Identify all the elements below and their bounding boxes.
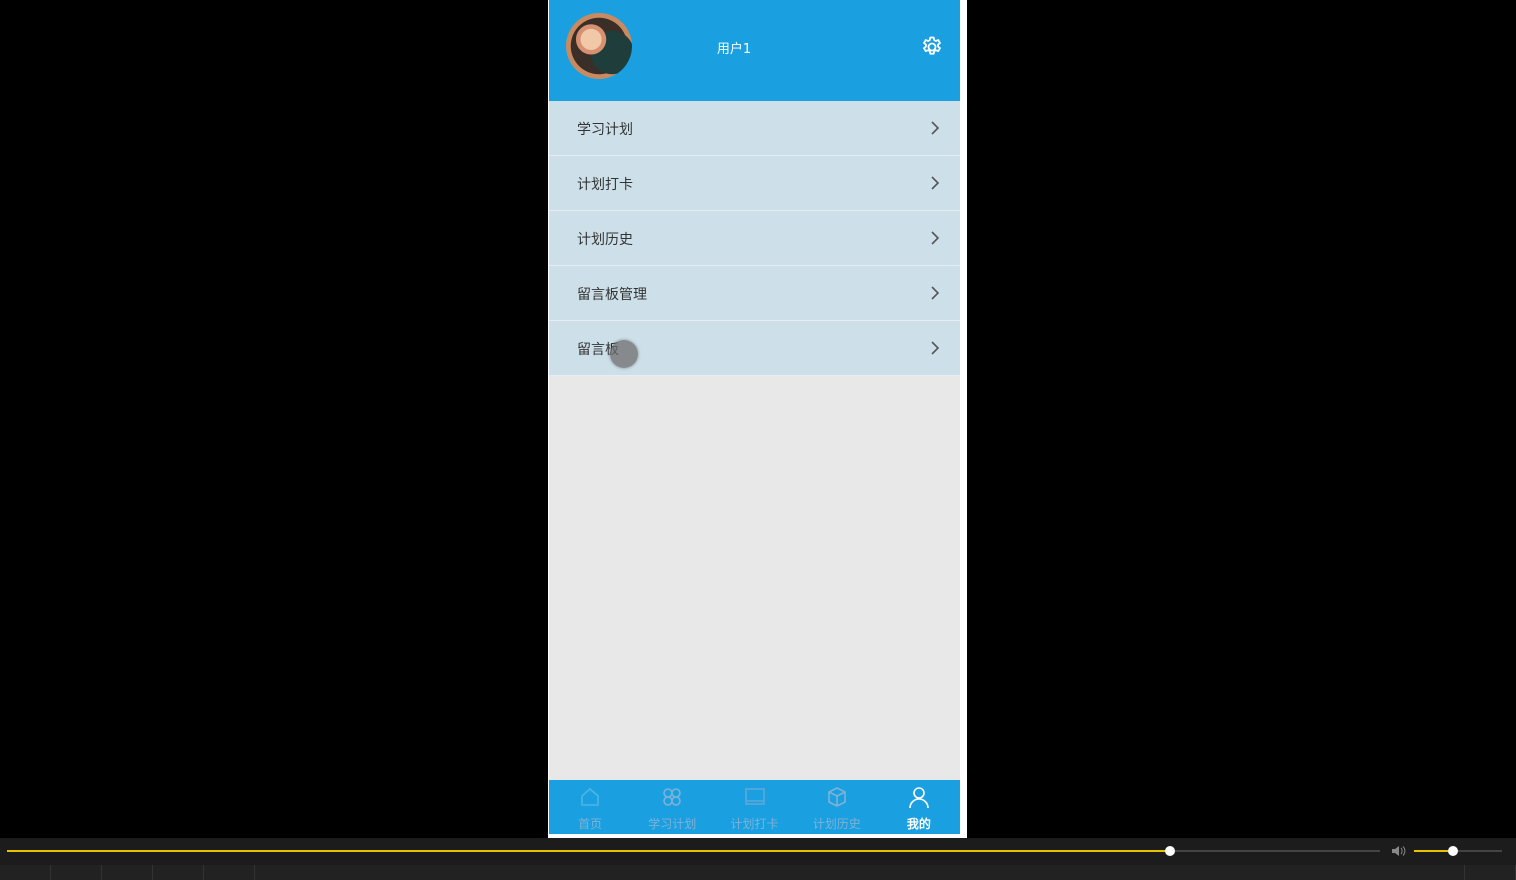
video-player-controls [0, 838, 1516, 880]
volume-level [1414, 850, 1453, 852]
menu-item-label: 学习计划 [577, 122, 633, 138]
home-icon [581, 787, 599, 806]
menu-item-study-plan[interactable]: 学习计划 [549, 101, 960, 156]
menu-item-board-admin[interactable]: 留言板管理 [549, 266, 960, 321]
player-button[interactable] [51, 865, 102, 880]
player-button[interactable] [153, 865, 204, 880]
tab-label: 首页 [578, 817, 603, 831]
tab-study-plan[interactable]: 学习计划 [631, 780, 713, 834]
profile-header: 用户1 [549, 0, 960, 101]
player-button-row [0, 865, 1516, 880]
menu-item-plan-checkin[interactable]: 计划打卡 [549, 156, 960, 211]
chevron-right-icon [931, 341, 940, 355]
box-icon [827, 787, 846, 807]
menu-list: 学习计划 计划打卡 计划历史 留言板管理 留言板 [549, 101, 960, 376]
player-button[interactable] [204, 865, 255, 880]
menu-item-plan-history[interactable]: 计划历史 [549, 211, 960, 266]
phone-frame: 用户1 学习计划 计划打卡 计划历史 留言板管理 留言板 首页 学习计划 计划打… [548, 0, 967, 838]
chevron-right-icon [931, 121, 940, 135]
gear-icon[interactable] [920, 35, 944, 59]
tab-label: 学习计划 [648, 817, 697, 831]
chevron-right-icon [931, 231, 940, 245]
touch-cursor-indicator [610, 340, 638, 368]
menu-item-label: 计划历史 [577, 232, 633, 248]
seek-bar[interactable] [7, 846, 1380, 856]
menu-item-label: 计划打卡 [577, 177, 633, 193]
volume-icon[interactable] [1391, 844, 1407, 858]
seek-bar-progress [7, 850, 1170, 852]
tab-label: 我的 [906, 817, 931, 831]
player-button[interactable] [102, 865, 153, 880]
menu-item-label: 留言板管理 [577, 287, 647, 303]
grid-icon [663, 788, 682, 806]
tab-home[interactable]: 首页 [549, 780, 631, 834]
player-button[interactable] [0, 865, 51, 880]
video-stage: 用户1 学习计划 计划打卡 计划历史 留言板管理 留言板 首页 学习计划 计划打… [0, 0, 1516, 838]
volume-slider[interactable] [1414, 846, 1502, 856]
volume-handle[interactable] [1447, 846, 1458, 856]
player-button [255, 865, 1465, 880]
player-button[interactable] [1465, 865, 1516, 880]
username: 用户1 [716, 42, 752, 57]
tab-plan-history[interactable]: 计划历史 [796, 780, 878, 834]
bottom-tab-bar: 首页 学习计划 计划打卡 计划历史 我的 [549, 780, 960, 834]
tab-label: 计划打卡 [730, 817, 779, 831]
checkin-icon [744, 788, 765, 805]
avatar[interactable] [566, 13, 632, 79]
tab-mine[interactable]: 我的 [878, 780, 960, 834]
chevron-right-icon [931, 176, 940, 190]
app-screen: 用户1 学习计划 计划打卡 计划历史 留言板管理 留言板 首页 学习计划 计划打… [549, 0, 960, 834]
seek-handle[interactable] [1164, 846, 1175, 856]
tab-plan-checkin[interactable]: 计划打卡 [713, 780, 795, 834]
tab-label: 计划历史 [812, 817, 861, 831]
user-icon [909, 787, 929, 809]
chevron-right-icon [931, 286, 940, 300]
